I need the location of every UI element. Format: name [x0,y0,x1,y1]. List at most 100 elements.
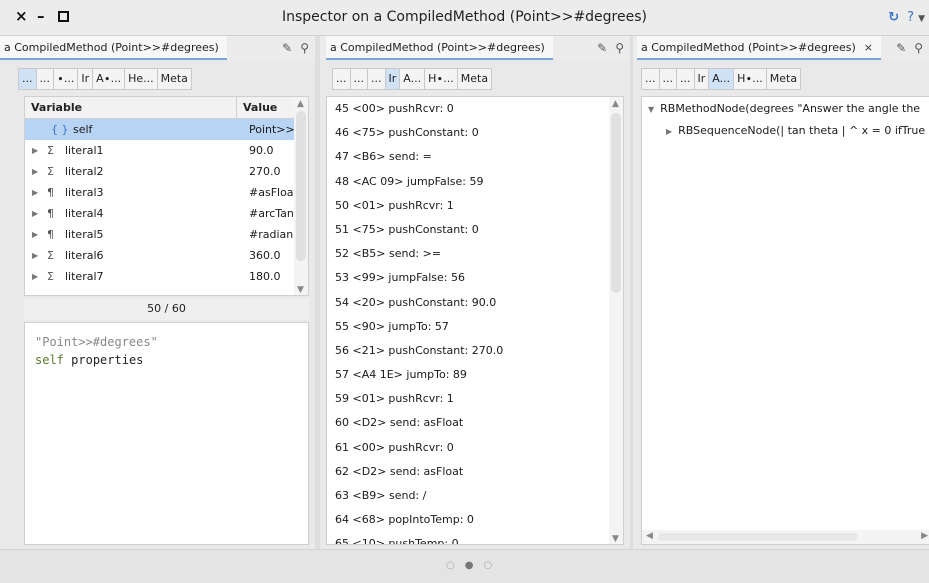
expand-arrow-icon[interactable]: ▶ [32,161,38,182]
collapse-arrow-icon[interactable]: ▼ [648,105,654,114]
tab-view-2[interactable]: ... [349,68,368,90]
tab-view-ir[interactable]: Ir [384,68,401,90]
list-item[interactable]: 52 <B5> send: >= [327,242,611,266]
scrollbar-thumb[interactable] [658,533,858,541]
scroll-up-icon[interactable]: ▲ [612,99,619,109]
tab-view-ir[interactable]: Ir [693,68,710,90]
list-item[interactable]: 50 <01> pushRcvr: 1 [327,194,611,218]
table-row[interactable]: ▶ Σ literal6 360.0 [25,245,296,266]
list-item[interactable]: 63 <B9> send: / [327,484,611,508]
expand-arrow-icon[interactable]: ▶ [32,266,38,287]
list-item[interactable]: 46 <75> pushConstant: 0 [327,121,611,145]
number-icon: Σ [47,144,54,157]
page-dot[interactable]: ○ [483,560,502,571]
pencil-icon[interactable]: ✎ [896,41,906,55]
list-item[interactable]: 56 <21> pushConstant: 270.0 [327,339,611,363]
expand-arrow-icon[interactable]: ▶ [32,182,38,203]
refresh-icon[interactable]: ↻ [888,10,899,25]
list-item[interactable]: 48 <AC 09> jumpFalse: 59 [327,170,611,194]
column-header-value[interactable]: Value [236,97,296,119]
pane-tab-title-text: a CompiledMethod (Point>>#degrees) [641,41,856,54]
tab-view-3[interactable]: ∙... [53,68,79,90]
list-item[interactable]: 57 <A4 1E> jumpTo: 89 [327,363,611,387]
pane-tab-title[interactable]: a CompiledMethod (Point>>#degrees) [0,36,227,60]
close-icon[interactable]: × [864,36,873,60]
code-editor[interactable]: "Point>>#degrees" self properties [24,322,309,545]
tab-view-3[interactable]: ... [676,68,695,90]
column-header-variable[interactable]: Variable [31,97,82,119]
magnifier-icon[interactable]: ⚲ [615,41,624,55]
list-item[interactable]: 53 <99> jumpFalse: 56 [327,266,611,290]
tab-view-1[interactable]: ... [641,68,660,90]
tab-view-ast[interactable]: A... [708,68,735,90]
tab-view-meta[interactable]: Meta [765,68,802,90]
page-dot[interactable]: ○ [446,560,465,571]
magnifier-icon[interactable]: ⚲ [300,41,309,55]
ast-tree: ▼ RBMethodNode(degrees "Answer the angle … [641,96,929,545]
expand-arrow-icon[interactable]: ▶ [32,203,38,224]
tab-view-header[interactable]: H∙... [733,68,767,90]
tab-view-ast[interactable]: A∙... [92,68,126,90]
tab-view-3[interactable]: ... [367,68,386,90]
pane-page-dots: ○●○ [446,560,502,571]
tab-view-header[interactable]: He... [124,68,158,90]
expand-arrow-icon[interactable]: ▶ [32,140,38,161]
tab-view-2[interactable]: ... [35,68,54,90]
expand-arrow-icon[interactable]: ▶ [666,127,672,136]
tab-view-meta[interactable]: Meta [156,68,192,90]
table-row[interactable]: ▶ ¶ literal5 #radian... [25,224,296,245]
tab-view-ir[interactable]: Ir [77,68,94,90]
tree-node[interactable]: ▼ RBMethodNode(degrees "Answer the angle … [648,99,920,120]
scrollbar-thumb[interactable] [611,113,621,293]
number-icon: Σ [47,270,54,283]
view-tabs: ......... Ir A... H∙... Meta [332,68,493,90]
bytecode-scrollbar[interactable]: ▲ ▼ [609,97,623,544]
list-item[interactable]: 55 <90> jumpTo: 57 [327,315,611,339]
list-item[interactable]: 62 <D2> send: asFloat [327,460,611,484]
magnifier-icon[interactable]: ⚲ [914,41,923,55]
list-item[interactable]: 59 <01> pushRcvr: 1 [327,387,611,411]
symbol-icon: ¶ [47,207,54,220]
expand-arrow-icon[interactable]: ▶ [32,245,38,266]
tab-view-2[interactable]: ... [658,68,677,90]
scroll-down-icon[interactable]: ▼ [612,534,619,544]
scrollbar-thumb[interactable] [296,111,306,261]
scroll-right-icon[interactable]: ▶ [921,531,928,541]
pencil-icon[interactable]: ✎ [282,41,292,55]
scroll-up-icon[interactable]: ▲ [297,99,304,109]
tab-view-meta[interactable]: Meta [456,68,493,90]
pane-tab-title[interactable]: a CompiledMethod (Point>>#degrees) × [637,36,882,60]
tab-view-1[interactable]: ... [18,68,37,90]
pane-tab-bar: a CompiledMethod (Point>>#degrees) ✎ ⚲ [320,36,630,60]
tab-view-header[interactable]: H∙... [424,68,458,90]
list-item[interactable]: 54 <20> pushConstant: 90.0 [327,291,611,315]
help-button[interactable]: ? [907,10,914,25]
table-scrollbar[interactable]: ▲ ▼ [294,97,308,295]
pane-tab-title[interactable]: a CompiledMethod (Point>>#degrees) [326,36,553,60]
table-row[interactable]: ▶ Σ literal7 180.0 [25,266,296,287]
expand-arrow-icon[interactable]: ▶ [32,224,38,245]
caret-down-icon[interactable]: ▼ [918,14,925,24]
tab-view-1[interactable]: ... [332,68,351,90]
table-row[interactable]: ▶ ¶ literal4 #arcTan [25,203,296,224]
scroll-down-icon[interactable]: ▼ [297,285,304,295]
table-row[interactable]: ▶ Σ literal1 90.0 [25,140,296,161]
tree-horizontal-scrollbar[interactable]: ◀ ▶ [642,530,929,544]
tree-node[interactable]: ▶ RBSequenceNode(| tan theta | ^ x = 0 if… [666,121,925,142]
scroll-left-icon[interactable]: ◀ [646,531,653,541]
variable-value: #radian... [249,228,295,241]
tab-view-ast[interactable]: A... [399,68,426,90]
variable-value: #asFloat [249,186,295,199]
list-item[interactable]: 51 <75> pushConstant: 0 [327,218,611,242]
page-dot-active[interactable]: ● [465,560,484,571]
table-row[interactable]: ▶ ¶ literal3 #asFloat [25,182,296,203]
list-item[interactable]: 45 <00> pushRcvr: 0 [327,97,611,121]
list-item[interactable]: 47 <B6> send: = [327,145,611,169]
list-item[interactable]: 60 <D2> send: asFloat [327,411,611,435]
list-item[interactable]: 64 <68> popIntoTemp: 0 [327,508,611,532]
table-row[interactable]: { } self Point>>... [25,119,296,140]
list-item[interactable]: 65 <10> pushTemp: 0 [327,532,611,544]
pencil-icon[interactable]: ✎ [597,41,607,55]
table-row[interactable]: ▶ Σ literal2 270.0 [25,161,296,182]
list-item[interactable]: 61 <00> pushRcvr: 0 [327,436,611,460]
